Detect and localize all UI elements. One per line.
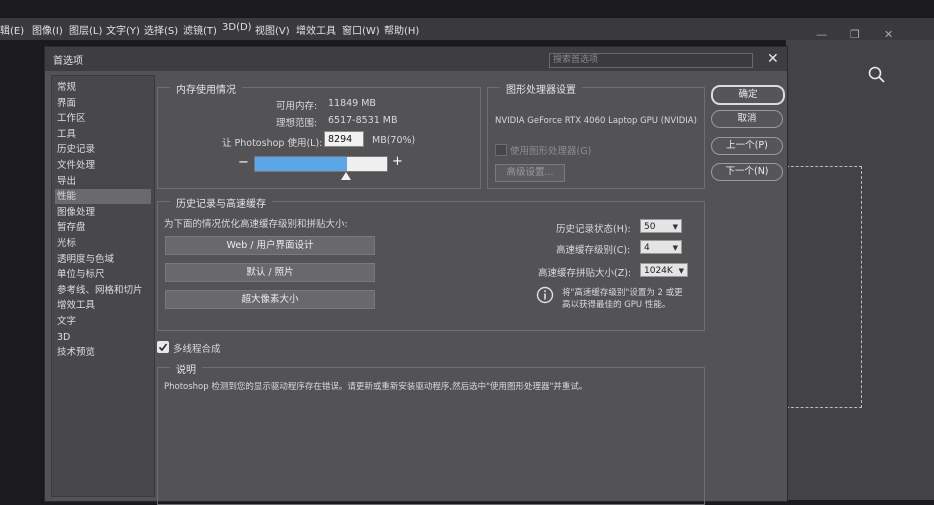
sidebar-item[interactable]: 图像处理 [55, 205, 151, 220]
menu-select[interactable]: 选择(S) [144, 22, 178, 37]
chevron-down-icon: ▼ [678, 267, 684, 275]
history-states-value: 50 [644, 222, 656, 232]
menu-type[interactable]: 文字(Y) [106, 22, 140, 37]
use-gpu-checkbox[interactable] [495, 144, 507, 156]
history-cache-title: 历史记录与高速缓存 [170, 195, 272, 210]
sidebar-item[interactable]: 历史记录 [55, 142, 151, 157]
ok-button[interactable]: 确定 [711, 85, 785, 105]
description-group: 说明 Photoshop 检测到您的显示驱动程序存在错误。请更新或重新安装驱动程… [157, 361, 705, 505]
sidebar-item[interactable]: 增效工具 [55, 298, 151, 313]
description-text: Photoshop 检测到您的显示驱动程序存在错误。请更新或重新安装驱动程序,然… [164, 382, 588, 392]
available-memory-value: 11849 MB [328, 98, 376, 109]
sidebar-item[interactable]: 导出 [55, 174, 151, 189]
sidebar-item[interactable]: 技术预览 [55, 345, 151, 360]
history-cache-group: 历史记录与高速缓存 为下面的情况优化高速缓存级别和拼贴大小: Web / 用户界… [157, 195, 705, 331]
sidebar-item[interactable]: 性能 [55, 189, 151, 205]
menu-help[interactable]: 帮助(H) [384, 22, 419, 37]
gpu-settings-title: 图形处理器设置 [500, 81, 582, 96]
gpu-device-name: NVIDIA GeForce RTX 4060 Laptop GPU (NVID… [495, 116, 697, 126]
gpu-settings-group: 图形处理器设置 NVIDIA GeForce RTX 4060 Laptop G… [487, 81, 705, 189]
sidebar-item[interactable]: 文字 [55, 314, 151, 329]
gpu-info-text-line2: 高以获得最佳的 GPU 性能。 [562, 300, 671, 310]
sidebar-item[interactable]: 文件处理 [55, 158, 151, 173]
info-icon [536, 286, 554, 304]
memory-slider-thumb[interactable] [341, 172, 351, 180]
memory-slider-track[interactable] [254, 156, 388, 172]
next-button[interactable]: 下一个(N) [711, 163, 783, 181]
memory-unit-label: MB(70%) [372, 135, 416, 146]
sidebar-item[interactable]: 暂存盘 [55, 220, 151, 235]
menu-view[interactable]: 视图(V) [255, 22, 290, 37]
chevron-down-icon: ▼ [672, 244, 678, 252]
dialog-title: 首选项 [53, 56, 83, 67]
cancel-button[interactable]: 取消 [711, 110, 783, 128]
sidebar-item[interactable]: 工具 [55, 127, 151, 142]
close-icon[interactable]: ✕ [767, 51, 779, 67]
menu-edit[interactable]: 辑(E) [0, 22, 24, 37]
default-photo-button[interactable]: 默认 / 照片 [165, 263, 375, 282]
menu-window[interactable]: 窗口(W) [342, 22, 380, 37]
decrease-memory-button[interactable]: − [238, 155, 249, 170]
memory-usage-group: 内存使用情况 可用内存: 11849 MB 理想范围: 6517-8531 MB… [157, 81, 481, 189]
web-ui-design-button[interactable]: Web / 用户界面设计 [165, 236, 375, 255]
multithread-checkbox[interactable] [157, 341, 169, 353]
workspace-background [786, 40, 934, 500]
canvas-outline [786, 166, 862, 408]
preferences-sidebar: 常规 界面 工作区 工具 历史记录 文件处理 导出 性能 图像处理 暂存盘 光标 透明度与色域 单位与标… [51, 75, 155, 497]
menu-image[interactable]: 图像(I) [32, 22, 63, 37]
increase-memory-button[interactable]: + [392, 154, 403, 169]
sidebar-item[interactable]: 工作区 [55, 111, 151, 126]
cache-tile-size-label: 高速缓存拼贴大小(Z): [538, 268, 632, 279]
optimize-cache-text: 为下面的情况优化高速缓存级别和拼贴大小: [164, 219, 348, 230]
cache-levels-label: 高速缓存级别(C): [556, 245, 631, 256]
sidebar-item[interactable]: 界面 [55, 96, 151, 111]
dialog-titlebar: 首选项 搜索首选项 ✕ [45, 47, 787, 71]
memory-slider-fill [255, 157, 347, 171]
multithread-label: 多线程合成 [173, 344, 221, 355]
cache-levels-value: 4 [644, 243, 650, 253]
menu-3d[interactable]: 3D(D) [222, 22, 252, 33]
photoshop-use-label: 让 Photoshop 使用(L): [222, 138, 323, 149]
menu-layer[interactable]: 图层(L) [69, 22, 102, 37]
preferences-dialog: 首选项 搜索首选项 ✕ 常规 界面 工作区 工具 历史记录 文件处理 导出 性能 图像处理 暂存盘… [44, 46, 788, 505]
available-memory-label: 可用内存: [276, 101, 318, 112]
history-states-label: 历史记录状态(H): [556, 224, 631, 235]
advanced-settings-button[interactable]: 高级设置... [495, 164, 565, 182]
history-states-field[interactable]: 50 ▼ [640, 219, 682, 233]
gpu-info-text-line1: 将"高速缓存级别"设置为 2 或更 [562, 288, 683, 298]
ideal-range-value: 6517-8531 MB [328, 115, 398, 126]
menu-filter[interactable]: 滤镜(T) [183, 22, 217, 37]
menu-plugins[interactable]: 增效工具 [296, 22, 336, 37]
ideal-range-label: 理想范围: [276, 118, 318, 129]
sidebar-item[interactable]: 单位与标尺 [55, 267, 151, 282]
sidebar-item[interactable]: 光标 [55, 236, 151, 251]
sidebar-item[interactable]: 参考线、网格和切片 [55, 283, 151, 298]
checkmark-icon [158, 343, 168, 352]
sidebar-item[interactable]: 透明度与色域 [55, 252, 151, 267]
cache-levels-field[interactable]: 4 ▼ [640, 240, 682, 254]
search-icon[interactable] [868, 66, 886, 84]
previous-button[interactable]: 上一个(P) [711, 137, 783, 155]
sidebar-item[interactable]: 常规 [55, 80, 151, 95]
cache-tile-size-field[interactable]: 1024K ▼ [640, 263, 688, 277]
use-gpu-label: 使用图形处理器(G) [510, 146, 592, 157]
cache-tile-size-value: 1024K [644, 266, 673, 276]
menu-bar: 辑(E) 图像(I) 图层(L) 文字(Y) 选择(S) 滤镜(T) 3D(D)… [0, 18, 934, 40]
search-preferences-input[interactable]: 搜索首选项 [549, 53, 753, 68]
memory-value-input[interactable]: 8294 [324, 131, 364, 147]
huge-pixel-size-button[interactable]: 超大像素大小 [165, 290, 375, 309]
memory-usage-title: 内存使用情况 [170, 81, 242, 96]
description-title: 说明 [170, 361, 202, 376]
chevron-down-icon: ▼ [672, 223, 678, 231]
sidebar-item[interactable]: 3D [55, 330, 151, 345]
